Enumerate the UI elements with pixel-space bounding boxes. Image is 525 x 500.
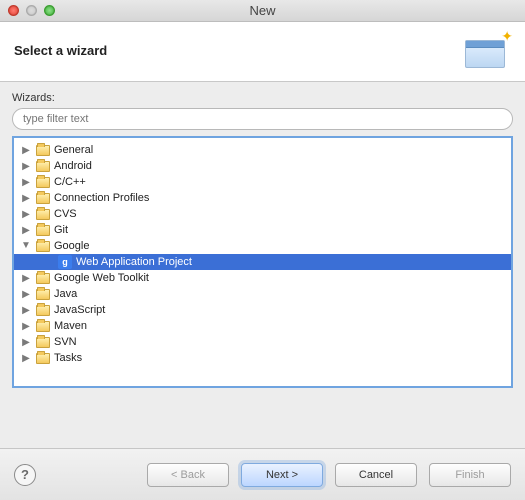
folder-icon (36, 193, 50, 204)
tree-item[interactable]: ▶ Git (14, 222, 511, 238)
back-button: < Back (147, 463, 229, 487)
folder-icon (36, 321, 50, 332)
folder-icon (36, 353, 50, 364)
chevron-right-icon[interactable]: ▶ (20, 289, 32, 300)
dialog-footer: ? < Back Next > Cancel Finish (0, 448, 525, 500)
folder-icon (36, 145, 50, 156)
chevron-right-icon[interactable]: ▶ (20, 305, 32, 316)
chevron-right-icon[interactable]: ▶ (20, 353, 32, 364)
next-button[interactable]: Next > (241, 463, 323, 487)
folder-icon (36, 177, 50, 188)
tree-item[interactable]: ▶ Java (14, 286, 511, 302)
chevron-right-icon[interactable]: ▶ (20, 337, 32, 348)
tree-item[interactable]: ▶ Google Web Toolkit (14, 270, 511, 286)
tree-item[interactable]: ▶ CVS (14, 206, 511, 222)
chevron-right-icon[interactable]: ▶ (20, 193, 32, 204)
tree-item[interactable]: ▶ General (14, 142, 511, 158)
finish-button: Finish (429, 463, 511, 487)
wizards-label: Wizards: (12, 92, 513, 104)
tree-item[interactable]: ▶ Connection Profiles (14, 190, 511, 206)
dialog-header: Select a wizard ✦ (0, 22, 525, 82)
cancel-button[interactable]: Cancel (335, 463, 417, 487)
tree-item-label: Web Application Project (76, 256, 192, 268)
google-icon: g (58, 255, 72, 269)
folder-icon (36, 289, 50, 300)
folder-icon (36, 241, 50, 252)
folder-icon (36, 337, 50, 348)
folder-icon (36, 225, 50, 236)
tree-item-label: General (54, 144, 93, 156)
folder-icon (36, 305, 50, 316)
window-title: New (0, 3, 525, 18)
tree-item[interactable]: ▼ Google (14, 238, 511, 254)
help-icon[interactable]: ? (14, 464, 36, 486)
tree-item-label: Connection Profiles (54, 192, 149, 204)
folder-icon (36, 209, 50, 220)
tree-item-label: Tasks (54, 352, 82, 364)
wizard-banner-icon: ✦ (459, 30, 511, 72)
wizard-tree[interactable]: ▶ General ▶ Android ▶ C/C++ ▶ Connection Profil… (12, 136, 513, 388)
tree-item[interactable]: ▶ Android (14, 158, 511, 174)
tree-item-label: Git (54, 224, 68, 236)
tree-item[interactable]: ▶ C/C++ (14, 174, 511, 190)
tree-item[interactable]: ▶ SVN (14, 334, 511, 350)
chevron-right-icon[interactable]: ▶ (20, 161, 32, 172)
tree-item[interactable]: ▶ JavaScript (14, 302, 511, 318)
tree-item[interactable]: ▶ Tasks (14, 350, 511, 366)
tree-item-label: Java (54, 288, 77, 300)
chevron-right-icon[interactable]: ▶ (20, 321, 32, 332)
tree-item-label: C/C++ (54, 176, 86, 188)
filter-input[interactable] (12, 108, 513, 130)
chevron-down-icon[interactable]: ▼ (20, 240, 32, 251)
tree-item[interactable]: ▶ Maven (14, 318, 511, 334)
chevron-right-icon[interactable]: ▶ (20, 225, 32, 236)
tree-item-label: Google (54, 240, 89, 252)
tree-item[interactable]: g Web Application Project (14, 254, 511, 270)
folder-icon (36, 273, 50, 284)
chevron-right-icon[interactable]: ▶ (20, 177, 32, 188)
tree-item-label: Android (54, 160, 92, 172)
chevron-right-icon[interactable]: ▶ (20, 209, 32, 220)
chevron-right-icon[interactable]: ▶ (20, 145, 32, 156)
titlebar: New (0, 0, 525, 22)
tree-item-label: CVS (54, 208, 77, 220)
tree-item-label: Google Web Toolkit (54, 272, 149, 284)
chevron-right-icon[interactable]: ▶ (20, 273, 32, 284)
folder-icon (36, 161, 50, 172)
tree-item-label: Maven (54, 320, 87, 332)
tree-item-label: JavaScript (54, 304, 105, 316)
page-title: Select a wizard (14, 43, 107, 58)
tree-item-label: SVN (54, 336, 77, 348)
